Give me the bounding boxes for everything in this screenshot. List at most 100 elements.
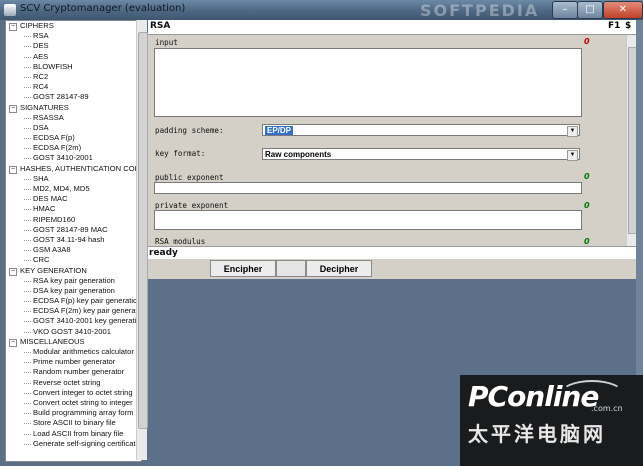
tree-label: SHA — [33, 173, 49, 183]
input-textarea[interactable] — [154, 48, 582, 117]
public-exponent-counter: 0 — [584, 172, 590, 181]
help-f1-button[interactable]: F1 — [608, 21, 620, 31]
tree-label: RSA key pair generation — [33, 275, 115, 285]
padding-scheme-select[interactable]: EP/DP ▼ — [262, 124, 580, 137]
tree-label: Modular arithmetics calculator — [33, 347, 134, 356]
tree-label: Load ASCII from binary file — [33, 428, 124, 438]
tree-label: Store ASCII to binary file — [33, 418, 116, 428]
tree-item[interactable]: GOST 3410-2001 key generation — [6, 316, 141, 326]
tree-label: Reverse octet string — [33, 377, 101, 387]
tree-label: RC4 — [33, 82, 49, 92]
tree-item[interactable]: GSM A3A8 — [6, 245, 141, 255]
tree-label: DSA key pair generation — [33, 285, 115, 295]
public-exponent-field[interactable] — [154, 182, 582, 194]
tree-item[interactable]: Load ASCII from binary file — [6, 429, 141, 439]
chevron-down-icon[interactable]: ▼ — [567, 150, 578, 161]
tree-scroll-thumb[interactable] — [138, 32, 148, 429]
panel-header: RSA F1 $ — [148, 20, 636, 35]
key-format-value: Raw components — [265, 150, 332, 159]
key-format-label: key format: — [155, 149, 206, 158]
padding-scheme-label: padding scheme: — [155, 126, 224, 135]
tree-label: ECDSA F(p) — [33, 133, 75, 143]
chevron-down-icon[interactable]: ▼ — [567, 126, 578, 137]
tree-label: CRC — [33, 255, 50, 265]
tree-item[interactable]: Build programming array form — [6, 408, 141, 418]
tree-label: GOST 3410-2001 — [33, 153, 93, 163]
tree-label: ECDSA F(2m) — [33, 143, 82, 153]
tree-category[interactable]: − MISCELLANEOUS — [6, 337, 141, 347]
tree-item[interactable]: RIPEMD160 — [6, 215, 141, 225]
tree-scrollbar[interactable] — [136, 20, 148, 460]
tree-item[interactable]: HMAC — [6, 204, 141, 214]
tree-label: HASHES, AUTHENTICATION CODES — [20, 163, 142, 173]
padding-scheme-value: EP/DP — [265, 126, 294, 135]
tree-item[interactable]: ECDSA F(p) — [6, 133, 141, 143]
status-bar: ready — [148, 246, 636, 260]
tree-item[interactable]: Store ASCII to binary file — [6, 418, 141, 428]
tree-item[interactable]: RSA key pair generation — [6, 276, 141, 286]
panel-title: RSA — [150, 21, 171, 31]
tree-item[interactable]: RC2 — [6, 72, 141, 82]
collapse-icon[interactable]: − — [9, 338, 17, 347]
tree-item[interactable]: MD2, MD4, MD5 — [6, 184, 141, 194]
collapse-icon[interactable]: − — [9, 267, 17, 276]
encipher-button[interactable]: Encipher — [210, 260, 276, 277]
tree-category[interactable]: − HASHES, AUTHENTICATION CODES — [6, 164, 141, 174]
dollar-button[interactable]: $ — [625, 21, 631, 31]
private-exponent-field[interactable] — [154, 210, 582, 230]
tree-category[interactable]: − SIGNATURES — [6, 103, 141, 113]
tree-item[interactable]: SHA — [6, 174, 141, 184]
tree-item[interactable]: ECDSA F(2m) — [6, 143, 141, 153]
tree-item[interactable]: GOST 3410-2001 — [6, 153, 141, 163]
tree-item[interactable]: AES — [6, 52, 141, 62]
key-format-select[interactable]: Raw components ▼ — [262, 148, 580, 161]
collapse-icon[interactable]: − — [9, 23, 17, 31]
close-button[interactable]: ✕ — [603, 1, 643, 19]
tree-item[interactable]: Generate self-signing certificate — [6, 439, 141, 449]
tree-item[interactable]: VKO GOST 3410-2001 — [6, 327, 141, 337]
tree-item[interactable]: Random number generator — [6, 367, 141, 377]
rsa-modulus-label: RSA modulus — [155, 237, 206, 246]
decipher-button[interactable]: Decipher — [306, 260, 372, 277]
tree-label: Prime number generator — [33, 357, 116, 367]
tree-item[interactable]: DES MAC — [6, 194, 141, 204]
tree-category[interactable]: − CIPHERS — [6, 21, 141, 31]
tree-label: GOST 28147-89 — [33, 92, 89, 102]
tree-label: GOST 28147-89 MAC — [33, 224, 108, 234]
tree-item[interactable]: RSA — [6, 31, 141, 41]
tree-item[interactable]: DSA key pair generation — [6, 286, 141, 296]
tree-label: RC2 — [33, 71, 49, 81]
tree-label: VKO GOST 3410-2001 — [33, 326, 111, 336]
tree-item[interactable]: Modular arithmetics calculator — [6, 347, 141, 357]
tree-item[interactable]: GOST 28147-89 MAC — [6, 225, 141, 235]
action-bar: Encipher Decipher — [148, 259, 636, 279]
app-icon — [4, 4, 16, 16]
status-text: ready — [149, 248, 178, 258]
tree-item[interactable]: BLOWFISH — [6, 62, 141, 72]
maximize-button[interactable]: □ — [577, 1, 603, 19]
tree-item[interactable]: Convert octet string to integer — [6, 398, 141, 408]
tree-item[interactable]: ECDSA F(p) key pair generation — [6, 296, 141, 306]
tree-label: GSM A3A8 — [33, 245, 71, 255]
minimize-button[interactable]: – — [552, 1, 578, 19]
window-title: SCV Cryptomanager (evaluation) — [20, 3, 186, 14]
input-label: input — [155, 38, 178, 47]
tree-item[interactable]: GOST 34.11-94 hash — [6, 235, 141, 245]
tree-item[interactable]: ECDSA F(2m) key pair generation — [6, 306, 141, 316]
tree-item[interactable]: DES — [6, 41, 141, 51]
tree-item[interactable]: Reverse octet string — [6, 378, 141, 388]
input-length-counter: 0 — [584, 37, 590, 46]
tree-item[interactable]: Prime number generator — [6, 357, 141, 367]
tree-item[interactable]: RC4 — [6, 82, 141, 92]
collapse-icon[interactable]: − — [9, 165, 17, 174]
tree-category[interactable]: − KEY GENERATION — [6, 266, 141, 276]
tree-item[interactable]: CRC — [6, 255, 141, 265]
tree-item[interactable]: Convert integer to octet string — [6, 388, 141, 398]
tree-item[interactable]: DSA — [6, 123, 141, 133]
tree-item[interactable]: RSASSA — [6, 113, 141, 123]
logo-brand: PConline — [468, 380, 599, 413]
collapse-icon[interactable]: − — [9, 104, 17, 113]
algorithm-tree[interactable]: − CIPHERS RSA DES AES BLOWFISH RC2 RC4 GOST 2814… — [5, 20, 142, 462]
tree-item[interactable]: GOST 28147-89 — [6, 92, 141, 102]
tree-label: ECDSA F(p) key pair generation — [33, 296, 142, 306]
